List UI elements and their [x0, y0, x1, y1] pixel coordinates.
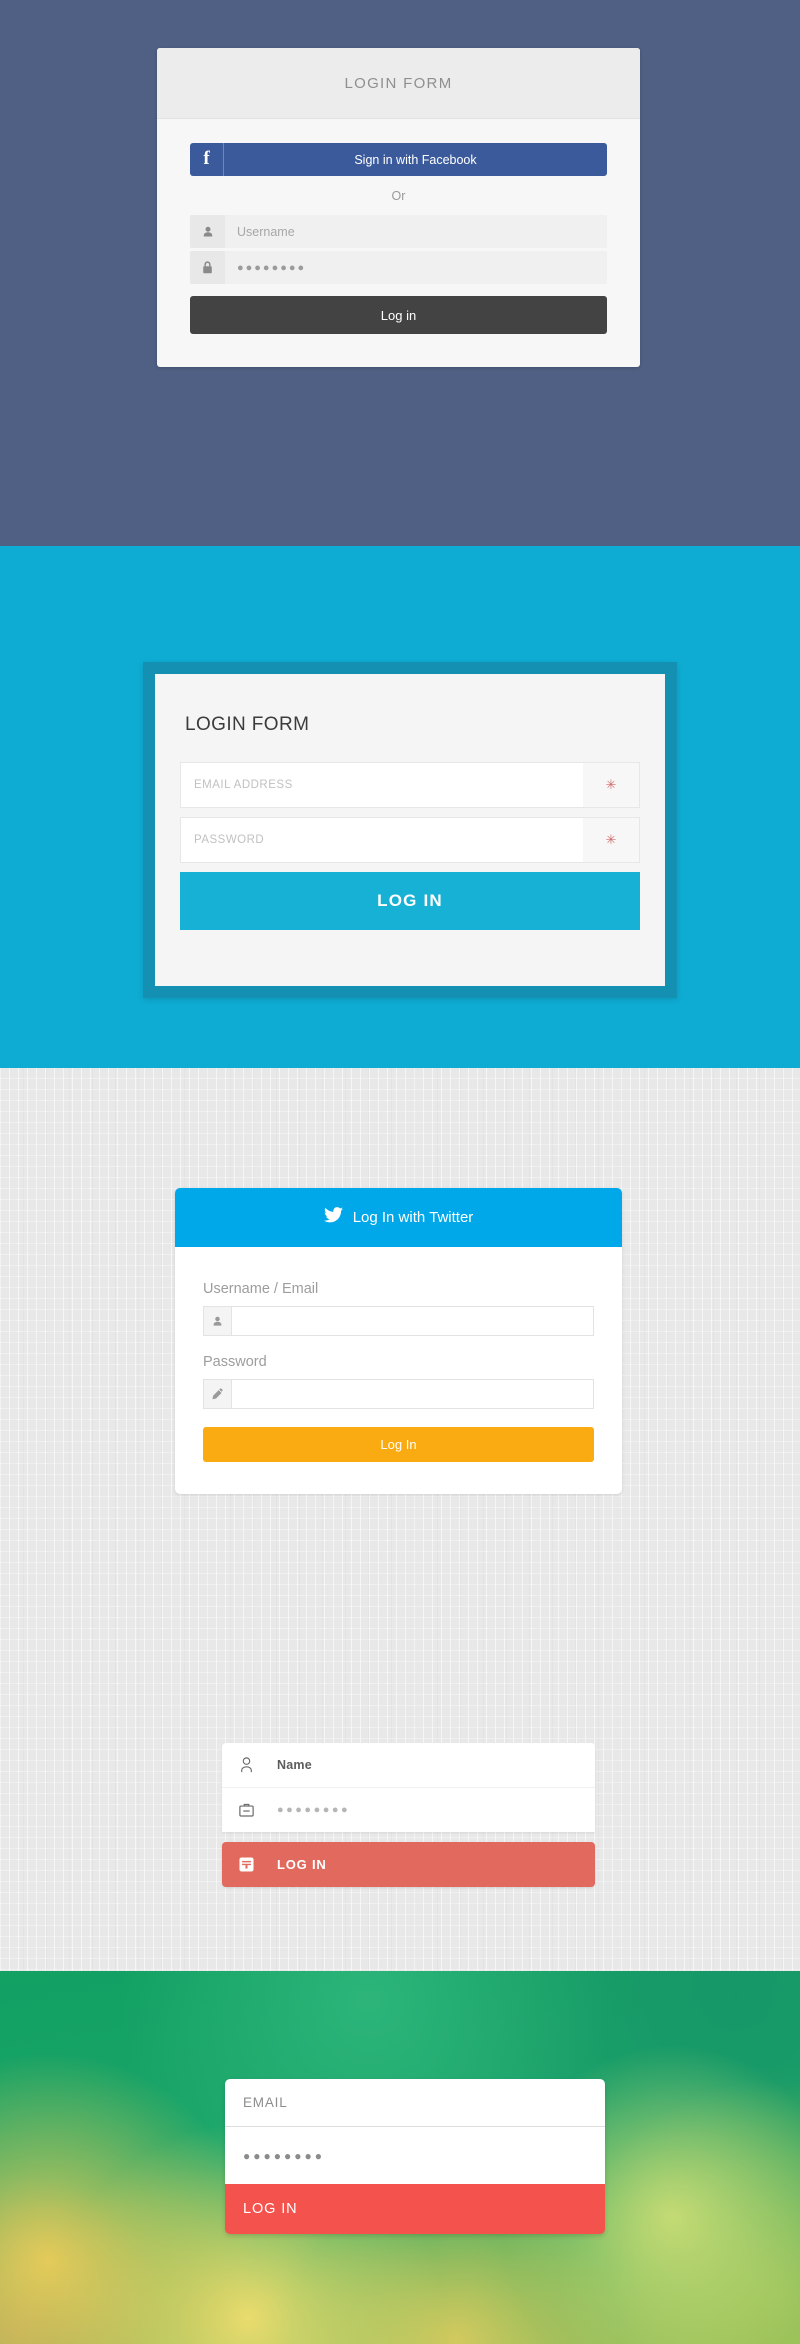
password-input[interactable]: ●●●●●●●● — [225, 251, 607, 284]
login-card-facebook: LOGIN FORM f Sign in with Facebook Or Us… — [157, 48, 640, 367]
log-in-button[interactable]: LOG IN — [225, 2184, 605, 2234]
card-body: f Sign in with Facebook Or Username ●●●●… — [157, 119, 640, 367]
password-input[interactable] — [232, 1380, 593, 1408]
login-card-flat: LOGIN FORM EMAIL ADDRESS ✳ PASSWORD ✳ LO… — [155, 674, 665, 986]
briefcase-icon — [239, 1803, 277, 1817]
password-masked-value[interactable]: ●●●●●●●● — [277, 1804, 350, 1816]
password-field-row[interactable]: ●●●●●●●● — [190, 251, 607, 284]
user-icon — [190, 215, 225, 248]
password-field-row[interactable] — [203, 1379, 594, 1409]
login-card-frame: LOGIN FORM EMAIL ADDRESS ✳ PASSWORD ✳ LO… — [143, 662, 677, 998]
log-in-button[interactable]: LOG IN — [180, 872, 640, 930]
name-field-row[interactable]: Name — [222, 1743, 595, 1787]
user-outline-icon — [239, 1757, 277, 1773]
password-masked-value[interactable]: ●●●●●●●● — [243, 2149, 325, 2163]
card-body: Username / Email Password Log In — [175, 1247, 622, 1494]
username-label: Username / Email — [203, 1281, 319, 1297]
section-gray-textured: Log In with Twitter Username / Email Pas… — [0, 1068, 800, 1971]
password-input[interactable]: PASSWORD — [181, 818, 583, 862]
page-title: LOGIN FORM — [185, 714, 310, 735]
email-input[interactable]: EMAIL ADDRESS — [181, 763, 583, 807]
log-in-button[interactable]: Log In — [203, 1427, 594, 1462]
section-bokeh-green: EMAIL ●●●●●●●● LOG IN — [0, 1971, 800, 2344]
user-icon — [204, 1307, 232, 1335]
password-field-row[interactable]: ●●●●●●●● — [222, 1787, 595, 1832]
or-divider-text: Or — [391, 189, 406, 203]
password-masked-value: ●●●●●●●● — [237, 261, 307, 274]
required-asterisk-icon: ✳ — [583, 763, 639, 807]
facebook-f-icon: f — [190, 143, 224, 176]
password-label: Password — [203, 1354, 267, 1370]
name-input[interactable]: Name — [277, 1758, 312, 1772]
username-field-row[interactable] — [203, 1306, 594, 1336]
log-in-with-twitter-button[interactable]: Log In with Twitter — [175, 1188, 622, 1247]
password-field-row[interactable]: PASSWORD ✳ — [180, 817, 640, 863]
email-input[interactable]: EMAIL — [243, 2095, 288, 2110]
pencil-icon — [204, 1380, 232, 1408]
page-title: LOGIN FORM — [344, 74, 453, 92]
section-facebook-login: LOGIN FORM f Sign in with Facebook Or Us… — [0, 0, 800, 546]
login-card-twitter: Log In with Twitter Username / Email Pas… — [175, 1188, 622, 1494]
password-field-row[interactable]: ●●●●●●●● — [225, 2126, 605, 2184]
required-asterisk-icon: ✳ — [583, 818, 639, 862]
log-in-button[interactable]: LOG IN — [222, 1842, 595, 1887]
username-input[interactable]: Username — [225, 215, 607, 248]
card-header: LOGIN FORM — [157, 48, 640, 119]
log-in-button-label: LOG IN — [377, 891, 443, 910]
section-flat-cyan-login: LOGIN FORM EMAIL ADDRESS ✳ PASSWORD ✳ LO… — [0, 546, 800, 1068]
username-field-row[interactable]: Username — [190, 215, 607, 248]
log-in-button-label: Log In — [380, 1437, 417, 1452]
email-field-row[interactable]: EMAIL ADDRESS ✳ — [180, 762, 640, 808]
log-in-button-label: Log in — [380, 307, 417, 323]
twitter-bird-icon — [323, 1207, 343, 1228]
log-in-button-label: LOG IN — [277, 1857, 327, 1872]
login-card-bokeh: EMAIL ●●●●●●●● LOG IN — [225, 2079, 605, 2234]
login-card-minimal-red: Name ●●●●●●●● LOG IN — [222, 1743, 595, 1887]
lock-icon — [190, 251, 225, 284]
log-in-button-label: LOG IN — [243, 2201, 298, 2217]
log-in-button[interactable]: Log in — [190, 296, 607, 334]
fields-panel: Name ●●●●●●●● — [222, 1743, 595, 1832]
sign-in-with-facebook-button[interactable]: f Sign in with Facebook — [190, 143, 607, 176]
facebook-button-label: Sign in with Facebook — [354, 152, 477, 167]
username-input[interactable] — [232, 1307, 593, 1335]
chat-enter-icon — [239, 1857, 277, 1872]
email-field-row[interactable]: EMAIL — [225, 2079, 605, 2126]
twitter-button-label: Log In with Twitter — [352, 1209, 474, 1226]
